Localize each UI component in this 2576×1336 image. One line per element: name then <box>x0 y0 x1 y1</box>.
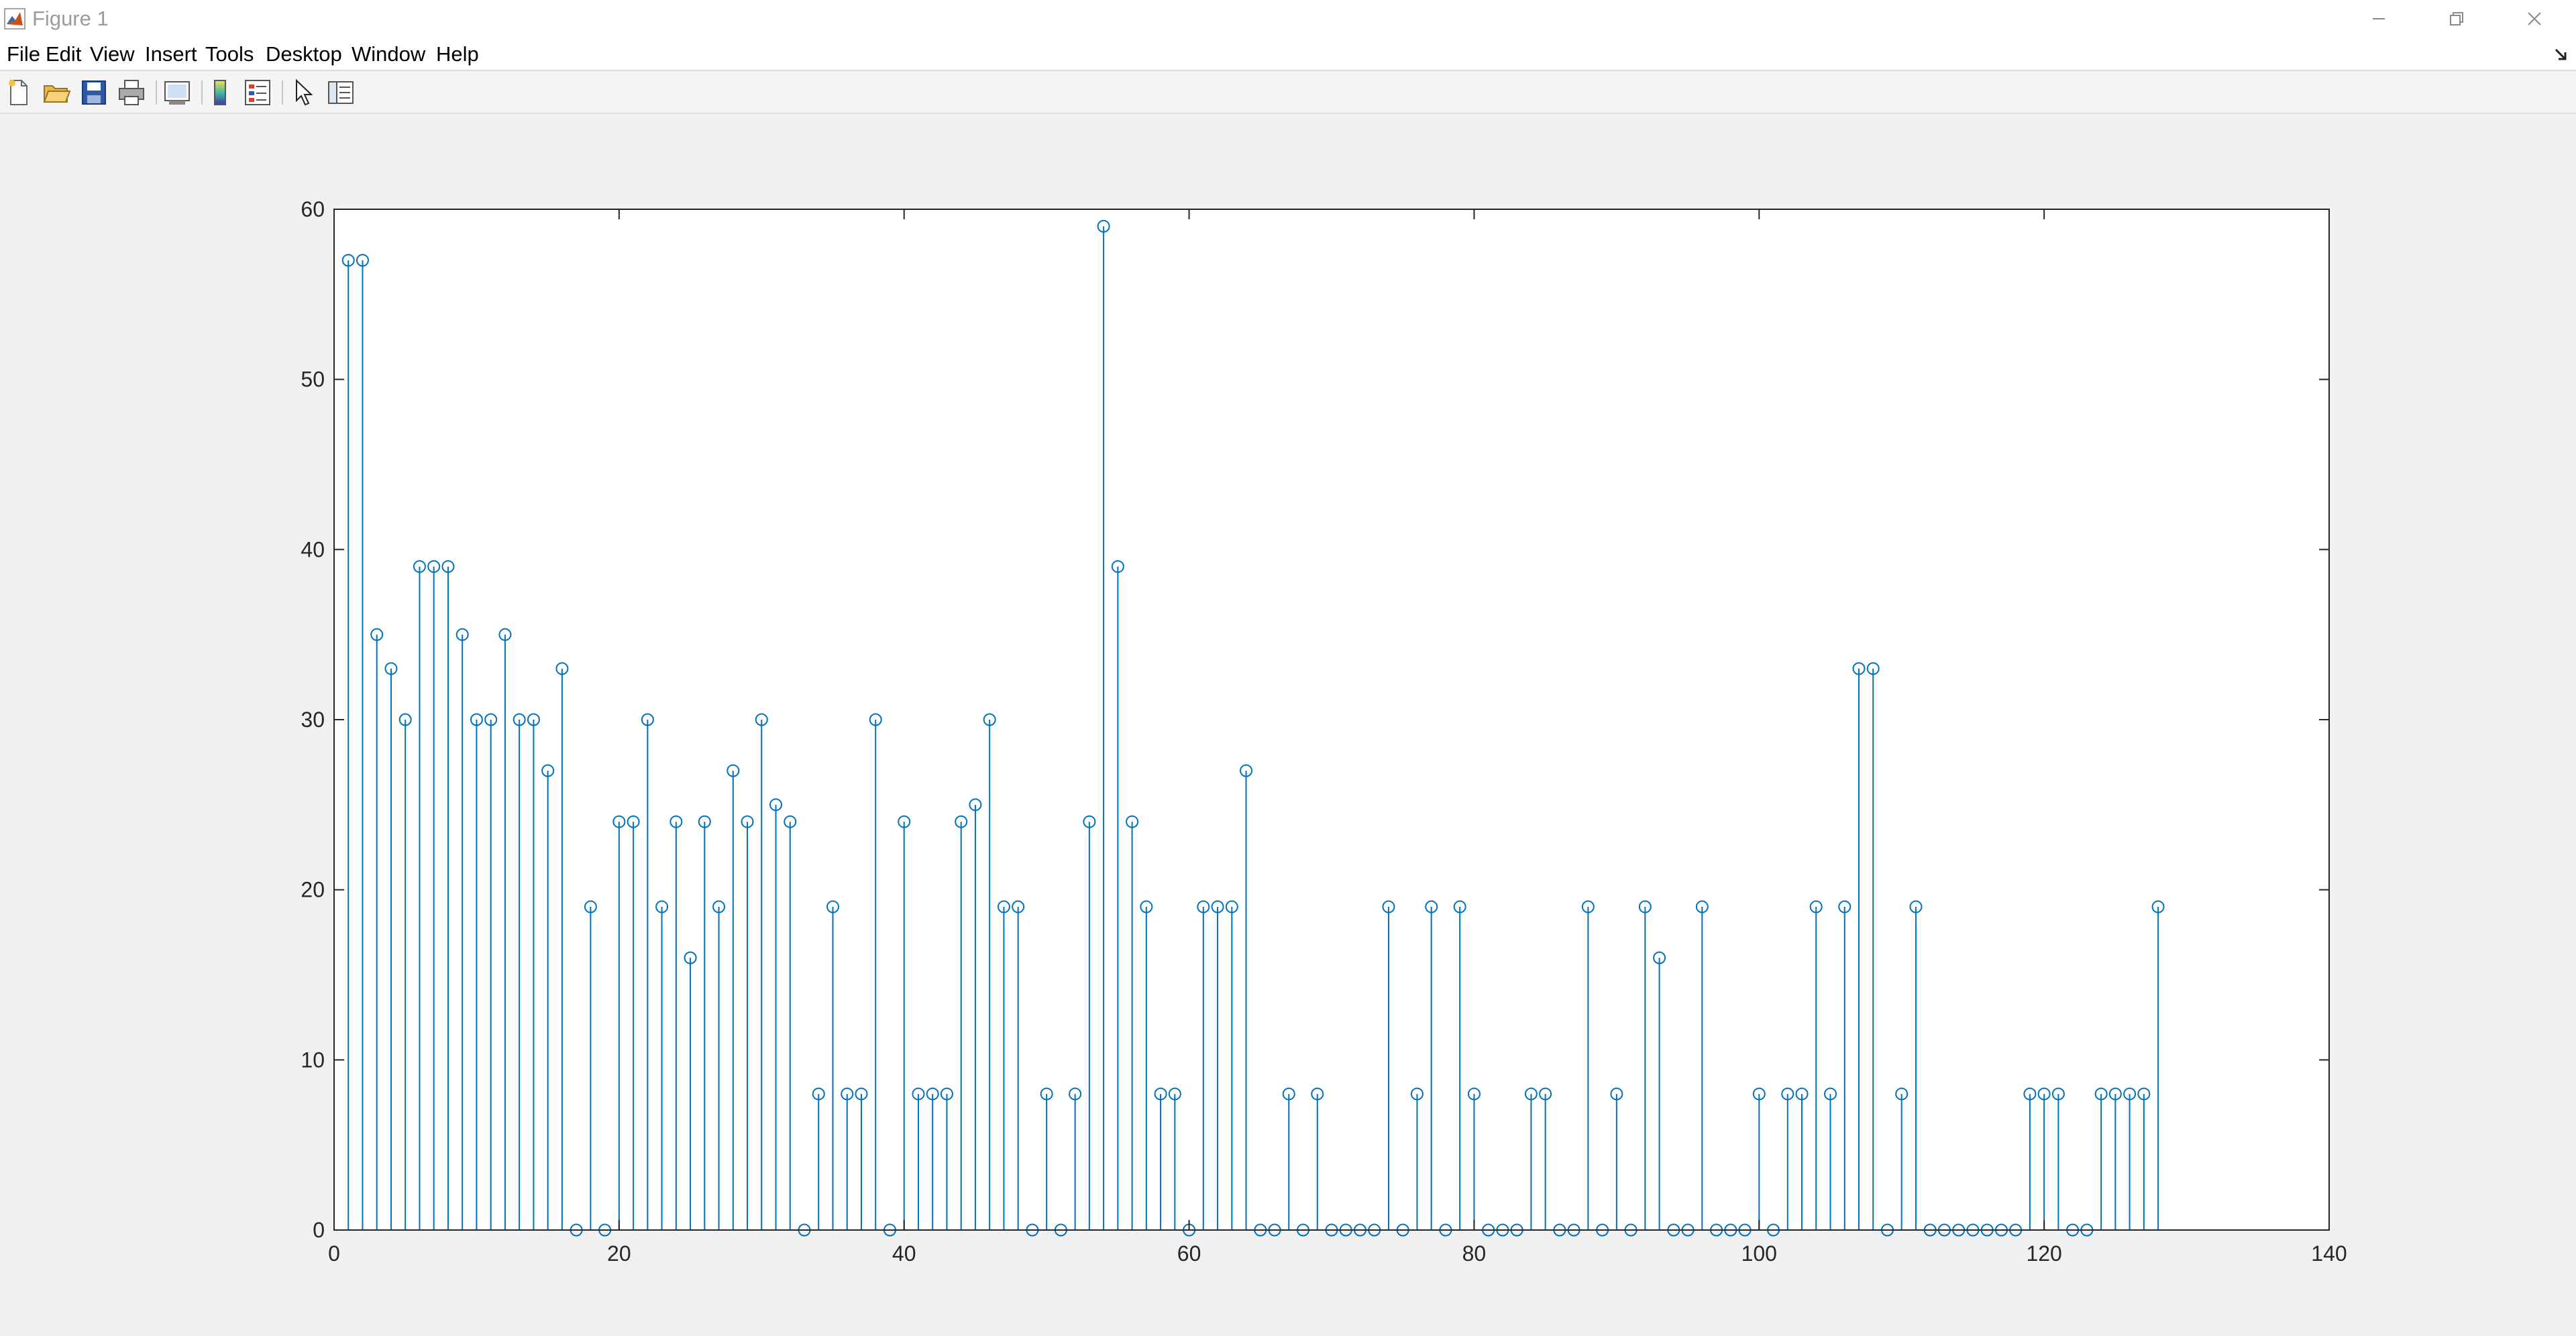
menu-edit[interactable]: Edit <box>46 42 81 67</box>
dock-arrow-icon[interactable] <box>2552 46 2571 64</box>
close-button[interactable] <box>2496 0 2573 38</box>
print-figure-button[interactable] <box>117 78 146 107</box>
menu-bar: File Edit View Insert Tools Desktop Wind… <box>0 38 2576 71</box>
x-tick-label: 0 <box>328 1241 340 1266</box>
y-tick-label: 0 <box>313 1218 325 1242</box>
figure-canvas[interactable]: 0 20 40 60 80 100 120 140 0 10 20 30 40 50 60 <box>0 114 2576 1336</box>
figure-toolbar <box>0 71 2576 114</box>
save-figure-button[interactable] <box>79 78 109 107</box>
y-tick-label: 10 <box>301 1048 325 1072</box>
x-tick-label: 60 <box>1177 1241 1201 1266</box>
menu-help[interactable]: Help <box>436 42 479 67</box>
save-icon <box>82 80 106 105</box>
minimize-icon <box>2373 18 2385 19</box>
insert-colorbar-button[interactable] <box>205 78 235 107</box>
plot-tools-icon <box>328 81 354 104</box>
title-bar: Figure 1 <box>0 0 2576 38</box>
toolbar-separator <box>156 80 157 105</box>
window-title: Figure 1 <box>32 7 109 30</box>
menu-window[interactable]: Window <box>352 42 425 67</box>
x-tick-label: 80 <box>1462 1241 1487 1266</box>
menu-insert[interactable]: Insert <box>145 42 197 67</box>
property-inspector-button[interactable] <box>326 78 356 107</box>
arrow-pointer-icon <box>296 78 313 106</box>
x-axis-tick-labels: 0 20 40 60 80 100 120 140 <box>328 1241 2347 1266</box>
close-icon <box>2528 12 2541 25</box>
restore-button[interactable] <box>2418 0 2496 38</box>
x-tick-label: 140 <box>2311 1241 2347 1266</box>
restore-icon <box>2450 12 2463 25</box>
link-plot-icon <box>164 81 190 105</box>
menu-view[interactable]: View <box>90 42 135 67</box>
colorbar-icon <box>214 80 226 105</box>
y-tick-label: 50 <box>301 368 325 392</box>
y-axis-tick-labels: 0 10 20 30 40 50 60 <box>301 197 325 1242</box>
matlab-logo-icon <box>4 8 25 30</box>
toolbar-separator <box>282 80 283 105</box>
link-plot-button[interactable] <box>162 78 192 107</box>
x-tick-label: 100 <box>1741 1241 1777 1266</box>
printer-icon <box>119 80 144 105</box>
edit-plot-button[interactable] <box>288 78 318 107</box>
toolbar-separator <box>201 80 203 105</box>
y-tick-label: 40 <box>301 537 325 561</box>
new-file-icon <box>9 80 28 105</box>
legend-icon <box>245 80 270 105</box>
menu-desktop[interactable]: Desktop <box>266 42 342 67</box>
insert-legend-button[interactable] <box>243 78 272 107</box>
open-file-button[interactable] <box>42 78 71 107</box>
x-tick-label: 120 <box>2026 1241 2061 1266</box>
x-tick-label: 20 <box>607 1241 631 1266</box>
minimize-button[interactable] <box>2340 0 2418 38</box>
menu-tools[interactable]: Tools <box>205 42 254 67</box>
folder-open-icon <box>43 85 71 103</box>
x-tick-label: 40 <box>892 1241 916 1266</box>
y-tick-label: 30 <box>301 708 325 732</box>
menu-file[interactable]: File <box>7 42 40 67</box>
y-tick-label: 60 <box>301 197 325 221</box>
y-tick-label: 20 <box>301 878 325 902</box>
new-figure-button[interactable] <box>4 78 34 107</box>
stem-plot[interactable]: 0 20 40 60 80 100 120 140 0 10 20 30 40 50 60 <box>0 114 2576 1336</box>
